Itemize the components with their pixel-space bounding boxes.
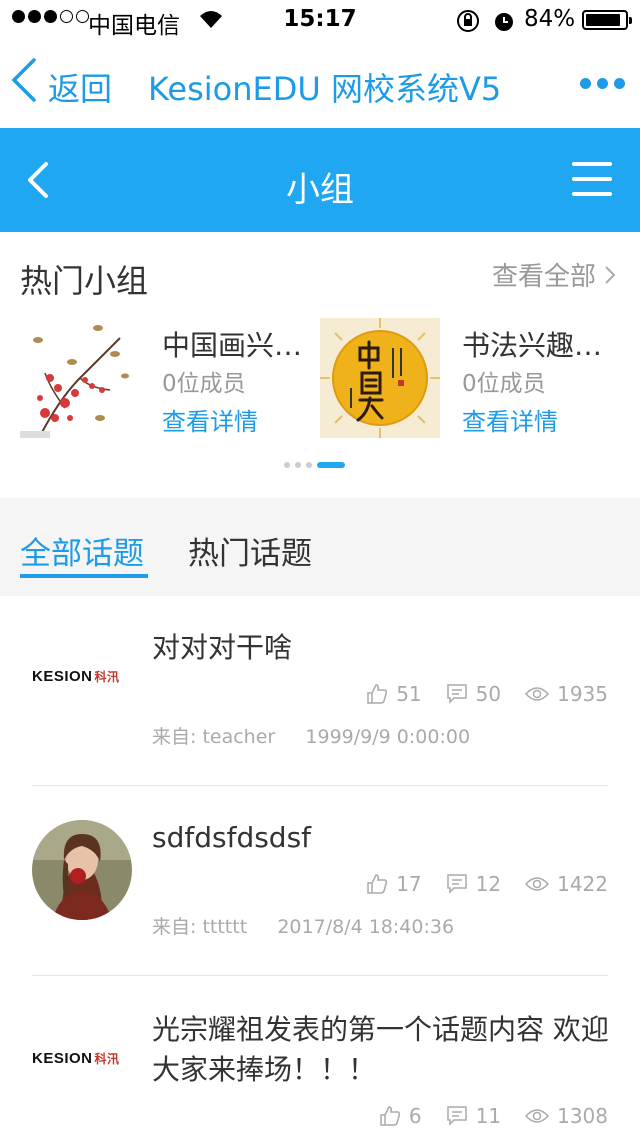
comment-count: 12 — [475, 872, 502, 896]
group-name[interactable]: 书法兴趣… — [462, 324, 602, 364]
comment-icon — [446, 1106, 467, 1126]
pager-dot[interactable] — [284, 462, 290, 468]
alarm-icon — [492, 9, 516, 39]
hot-groups-section: 热门小组 查看全部 中国画兴… 0位成员 查看详情 书法兴趣… 0位成员 查看详… — [0, 232, 640, 498]
topic-author: 来自: tttttt — [152, 916, 248, 938]
comment-icon — [446, 874, 467, 894]
topic-item[interactable]: KESION 科汛 对对对干啥 51 50 1935 来自: teacher 19… — [0, 596, 640, 786]
eye-icon — [525, 687, 550, 701]
topic-item[interactable]: KESION 科汛 光宗耀祖发表的第一个话题内容 欢迎大家来捧场！！！ 6 11 … — [0, 976, 640, 1136]
topic-title[interactable]: 光宗耀祖发表的第一个话题内容 欢迎大家来捧场！！！ — [152, 1010, 612, 1090]
tab-hot-topics[interactable]: 热门话题 — [188, 528, 312, 573]
section-title: 热门小组 — [20, 262, 149, 300]
comment-stat[interactable]: 12 — [446, 872, 501, 896]
group-thumbnail-painting[interactable] — [20, 318, 140, 438]
thumbs-up-icon — [367, 874, 388, 894]
eye-icon — [525, 1109, 550, 1123]
browser-nav-bar: 返回 KesionEDU 网校系统V5 — [0, 40, 640, 128]
comment-count: 11 — [475, 1104, 502, 1128]
avatar: KESION 科汛 — [32, 626, 132, 726]
pager-dot-active[interactable] — [317, 462, 345, 468]
view-all-label: 查看全部 — [492, 262, 597, 292]
comment-icon — [446, 684, 467, 704]
like-count: 17 — [396, 872, 422, 896]
comment-stat[interactable]: 11 — [446, 1104, 501, 1128]
like-stat[interactable]: 51 — [366, 682, 422, 706]
more-options-icon[interactable] — [580, 78, 625, 89]
kesion-logo: KESION 科汛 — [32, 667, 120, 685]
header-title: 小组 — [286, 170, 354, 210]
view-details-link[interactable]: 查看详情 — [462, 402, 558, 437]
topic-stats: 17 12 1422 — [366, 872, 608, 896]
group-card[interactable]: 中国画兴… 0位成员 查看详情 — [20, 318, 310, 438]
avatar — [32, 820, 132, 920]
view-stat: 1935 — [525, 682, 608, 706]
like-count: 51 — [396, 682, 422, 706]
view-count: 1422 — [557, 872, 608, 896]
group-members: 0位成员 — [462, 371, 546, 397]
like-stat[interactable]: 17 — [366, 872, 422, 896]
topic-tabs: 全部话题 热门话题 — [0, 498, 640, 596]
chevron-right-icon — [605, 265, 616, 284]
group-members: 0位成员 — [162, 371, 246, 397]
topic-time: 2017/8/4 18:40:36 — [277, 916, 455, 938]
kesion-logo: KESION 科汛 — [32, 1049, 120, 1067]
tab-all-topics[interactable]: 全部话题 — [20, 528, 144, 573]
active-tab-indicator — [20, 574, 148, 578]
comment-stat[interactable]: 50 — [446, 682, 501, 706]
thumbs-up-icon — [380, 1106, 400, 1126]
comment-count: 50 — [475, 682, 502, 706]
topic-meta: 来自: tttttt 2017/8/4 18:40:36 — [152, 912, 454, 939]
pager-dot[interactable] — [306, 462, 312, 468]
eye-icon — [525, 877, 550, 891]
group-card[interactable]: 书法兴趣… 0位成员 查看详情 — [320, 318, 610, 438]
topic-title[interactable]: 对对对干啥 — [152, 628, 612, 668]
pager-dot[interactable] — [295, 462, 301, 468]
topic-stats: 51 50 1935 — [366, 682, 608, 706]
topic-time: 1999/9/9 0:00:00 — [305, 726, 471, 748]
back-button[interactable]: 返回 — [48, 64, 112, 110]
battery-percentage: 84% — [524, 6, 576, 32]
orientation-lock-icon — [456, 9, 480, 39]
group-thumbnail-calligraphy[interactable] — [320, 318, 440, 438]
thumbs-up-icon — [367, 684, 388, 704]
view-all-link[interactable]: 查看全部 — [492, 256, 616, 293]
group-name[interactable]: 中国画兴… — [162, 324, 302, 364]
topic-meta: 来自: teacher 1999/9/9 0:00:00 — [152, 722, 470, 749]
view-details-link[interactable]: 查看详情 — [162, 402, 258, 437]
battery-icon — [582, 10, 632, 30]
page-title: KesionEDU 网校系统V5 — [148, 70, 502, 108]
carousel-pager — [284, 462, 345, 468]
topic-item[interactable]: sdfdsfdsdsf 17 12 1422 来自: tttttt 2017/8… — [0, 786, 640, 976]
back-chevron-icon[interactable] — [8, 56, 38, 104]
menu-icon[interactable] — [572, 162, 612, 196]
view-count: 1308 — [557, 1104, 608, 1128]
view-count: 1935 — [557, 682, 608, 706]
app-header: 小组 — [0, 128, 640, 232]
like-count: 6 — [408, 1104, 422, 1128]
like-stat[interactable]: 6 — [379, 1104, 422, 1128]
status-bar: 中国电信 15:17 84% — [0, 0, 640, 40]
topic-stats: 6 11 1308 — [379, 1104, 608, 1128]
avatar: KESION 科汛 — [32, 1008, 132, 1108]
topic-title[interactable]: sdfdsfdsdsf — [152, 818, 612, 858]
view-stat: 1422 — [525, 872, 608, 896]
topic-author: 来自: teacher — [152, 726, 276, 748]
view-stat: 1308 — [525, 1104, 608, 1128]
